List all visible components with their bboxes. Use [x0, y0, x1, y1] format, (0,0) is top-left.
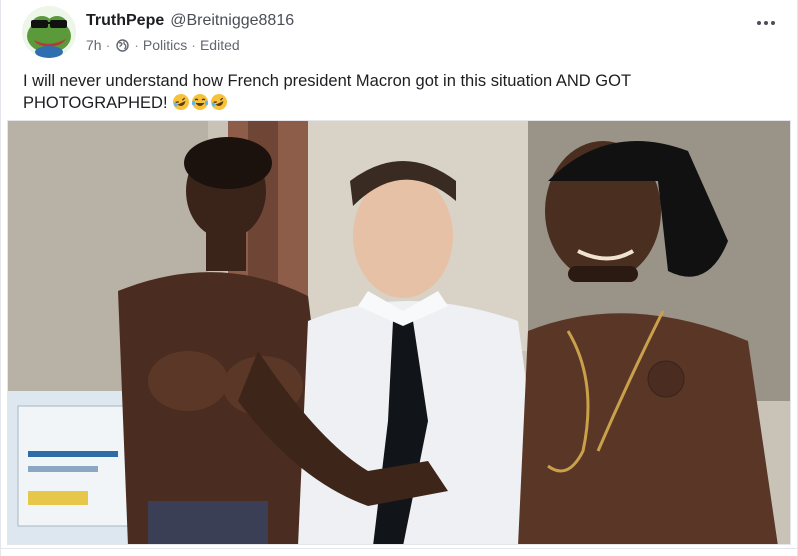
- meta-separator: ·: [134, 37, 139, 53]
- globe-icon: [114, 38, 130, 52]
- post-time[interactable]: 7h: [86, 37, 102, 53]
- emoji-group: [172, 93, 228, 111]
- rofl-emoji-icon: [172, 94, 189, 110]
- post-text: I will never understand how French presi…: [23, 72, 631, 112]
- more-options-icon[interactable]: [753, 13, 779, 33]
- post-text-block: I will never understand how French presi…: [23, 70, 763, 114]
- tears-of-joy-emoji-icon: [191, 94, 208, 110]
- author-handle[interactable]: @Breitnigge8816: [170, 12, 294, 30]
- meta-separator: ·: [191, 37, 196, 53]
- rofl-emoji-icon: [210, 94, 227, 110]
- author-avatar[interactable]: [22, 6, 76, 58]
- edited-label[interactable]: Edited: [200, 37, 240, 53]
- frog-avatar-icon: [23, 6, 75, 58]
- post-divider: [1, 548, 798, 549]
- post-header: TruthPepe @Breitnigge8816 7h · · Politic…: [86, 12, 294, 53]
- post-card: TruthPepe @Breitnigge8816 7h · · Politic…: [0, 0, 798, 556]
- meta-separator: ·: [105, 37, 111, 53]
- post-photo[interactable]: [7, 120, 791, 545]
- author-name[interactable]: TruthPepe: [86, 12, 164, 30]
- photo-of-three-men-icon: [8, 121, 790, 544]
- post-category[interactable]: Politics: [143, 37, 187, 53]
